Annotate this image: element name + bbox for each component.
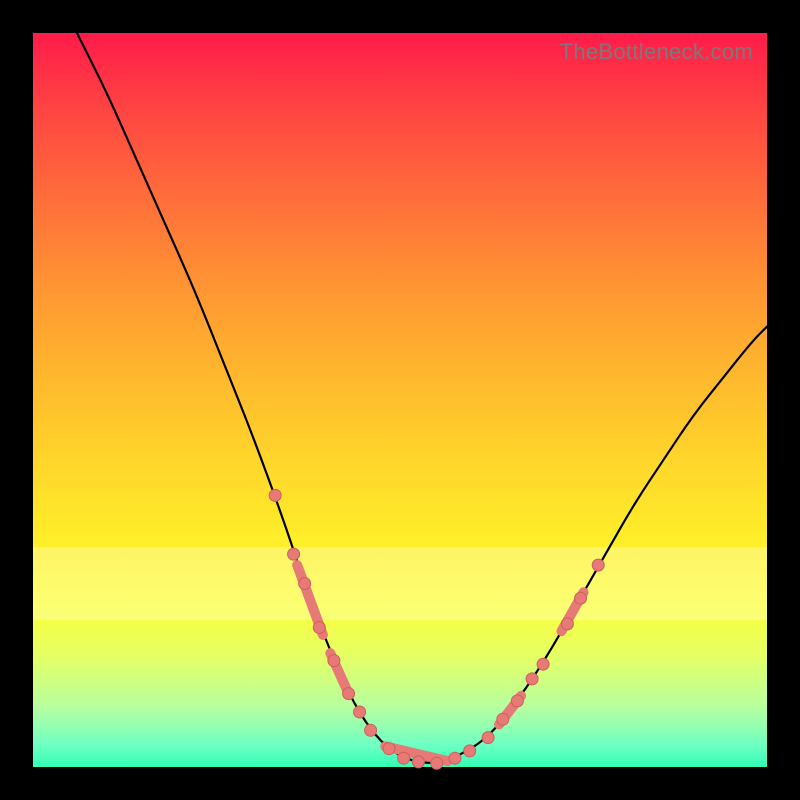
marker-dot [511, 695, 523, 707]
marker-dot [365, 724, 377, 736]
marker-points [269, 489, 604, 769]
marker-dot [383, 743, 395, 755]
marker-dot [592, 559, 604, 571]
marker-dot [398, 752, 410, 764]
marker-dot [464, 745, 476, 757]
marker-dot [575, 592, 587, 604]
marker-dot [526, 673, 538, 685]
marker-dot [299, 578, 311, 590]
marker-dot [482, 732, 494, 744]
chart-frame: TheBottleneck.com [0, 0, 800, 800]
marker-dot [354, 706, 366, 718]
marker-dot [343, 688, 355, 700]
marker-dot [313, 622, 325, 634]
marker-dot [328, 655, 340, 667]
curve-svg [33, 33, 767, 767]
marker-dot [269, 489, 281, 501]
marker-dot [431, 757, 443, 769]
marker-dot [449, 752, 461, 764]
marker-dot [497, 713, 509, 725]
marker-dot [537, 658, 549, 670]
marker-dot [412, 756, 424, 768]
bottleneck-curve [77, 33, 767, 763]
plot-area: TheBottleneck.com [33, 33, 767, 767]
marker-dot [288, 548, 300, 560]
marker-dot [561, 618, 573, 630]
